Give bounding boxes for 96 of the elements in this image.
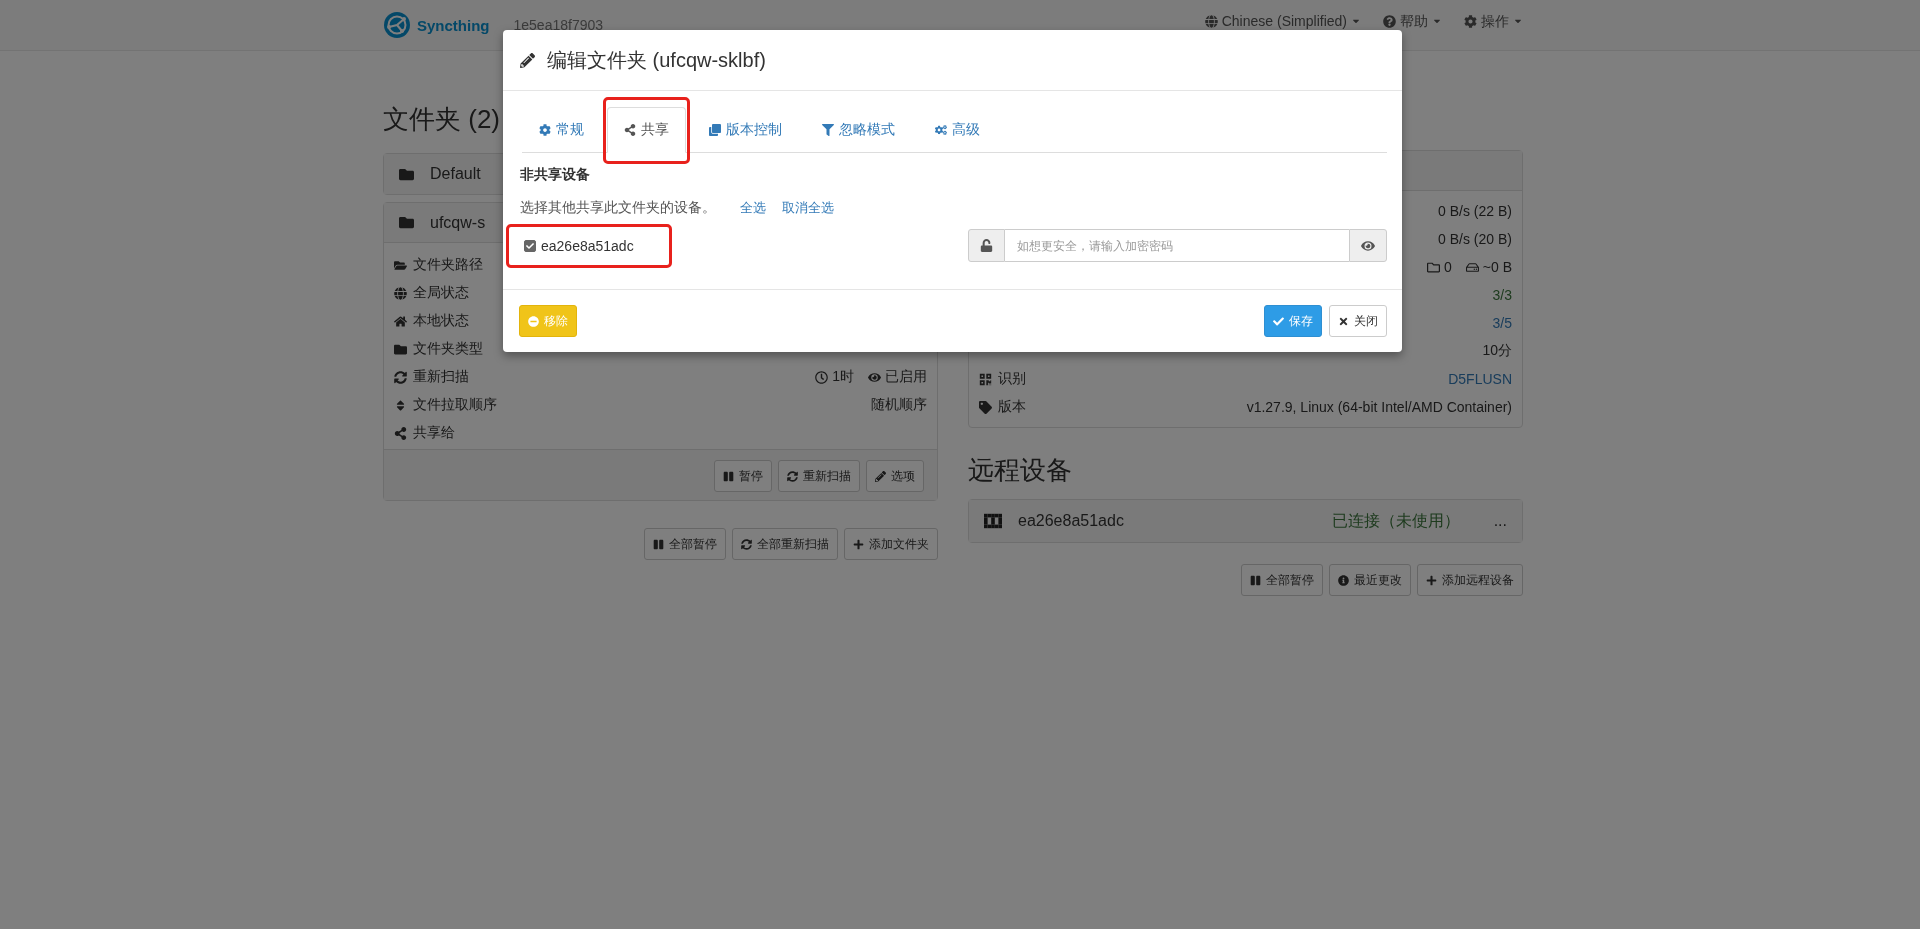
tag-icon xyxy=(979,400,992,414)
row-value: ~0 B xyxy=(1465,259,1512,275)
dialog-tab[interactable]: 忽略模式 xyxy=(805,107,912,153)
row-label: 文件拉取顺序 xyxy=(413,396,497,414)
row-value: 0 B/s (20 B) xyxy=(1438,231,1512,247)
row-value: 0 B/s (22 B) xyxy=(1438,203,1512,219)
plus-icon xyxy=(853,538,864,550)
checkbox[interactable] xyxy=(524,239,536,252)
clock-icon xyxy=(815,370,829,384)
save-button[interactable]: 保存 xyxy=(1264,305,1322,337)
nav-menu[interactable]: Chinese (Simplified) xyxy=(1204,13,1361,29)
row-value: 随机顺序 xyxy=(871,396,927,414)
folders-action-button[interactable]: 添加文件夹 xyxy=(844,528,938,560)
select-all-link[interactable]: 全选 xyxy=(740,199,766,217)
check-icon xyxy=(1273,315,1284,327)
folders-action-button[interactable]: 全部暂停 xyxy=(644,528,726,560)
info-icon xyxy=(1338,574,1349,586)
row-value: 10分 xyxy=(1482,342,1512,360)
row-label: 全局状态 xyxy=(413,284,469,302)
more-text: ... xyxy=(1493,512,1507,530)
globe-icon xyxy=(1204,14,1218,28)
refresh-icon xyxy=(394,370,407,384)
share-icon xyxy=(624,124,636,136)
row-label: 文件夹路径 xyxy=(413,256,483,274)
dialog-title: 编辑文件夹 (ufcqw-sklbf) xyxy=(547,47,766,73)
plus-icon xyxy=(1426,574,1437,586)
nav-menu[interactable]: 操作 xyxy=(1464,13,1523,29)
gears-icon xyxy=(935,124,947,136)
folders-action-button[interactable]: 全部重新扫描 xyxy=(732,528,838,560)
pause-icon xyxy=(653,538,664,550)
deselect-all-link[interactable]: 取消全选 xyxy=(782,199,834,217)
pencil-icon xyxy=(520,52,535,68)
pause-icon xyxy=(1250,574,1261,586)
dialog-tab[interactable]: 常规 xyxy=(522,107,601,153)
row-value[interactable]: 3/5 xyxy=(1492,315,1512,331)
row-label: 共享给 xyxy=(413,424,455,442)
settings-icon xyxy=(1464,14,1477,28)
folder-icon xyxy=(399,215,414,230)
folder-action-button[interactable]: 选项 xyxy=(866,460,924,492)
globe-icon xyxy=(394,286,407,300)
row-label: 重新扫描 xyxy=(413,368,469,386)
refresh-icon xyxy=(741,538,752,550)
sort-icon xyxy=(394,398,407,412)
dialog-tab[interactable]: 高级 xyxy=(918,107,997,153)
row-label: 版本 xyxy=(998,398,1026,416)
password-field[interactable]: 如想更安全，请输入加密密码 xyxy=(1005,229,1349,262)
row-label: 本地状态 xyxy=(413,312,469,330)
remote-device-header[interactable]: ea26e8a51adc 已连接（未使用） ... xyxy=(969,500,1522,542)
home-icon xyxy=(394,314,407,328)
row-label: 文件夹类型 xyxy=(413,340,483,358)
folder-icon xyxy=(399,166,414,182)
refresh-icon xyxy=(787,470,798,482)
row-value: 1时 xyxy=(815,368,854,386)
row-value: 3/3 xyxy=(1492,287,1512,303)
help-icon xyxy=(1383,14,1396,28)
unlock-icon xyxy=(980,239,993,252)
nav-menu[interactable]: 帮助 xyxy=(1383,13,1442,29)
minus-icon xyxy=(528,315,539,327)
folder-action-button[interactable]: 暂停 xyxy=(714,460,772,492)
description-text: 选择其他共享此文件夹的设备。 xyxy=(520,199,716,217)
gear-icon xyxy=(539,124,551,136)
dialog-tab[interactable]: 版本控制 xyxy=(692,107,799,153)
devices-action-button[interactable]: 添加远程设备 xyxy=(1417,564,1523,596)
row-value: v1.27.9, Linux (64-bit Intel/AMD Container) xyxy=(1246,399,1512,415)
dialog-tab[interactable]: 共享 xyxy=(607,107,686,153)
copy-icon xyxy=(709,124,721,136)
pencil-icon xyxy=(875,470,886,482)
filter-icon xyxy=(822,124,834,136)
drive-icon xyxy=(1465,260,1479,274)
folder-icon xyxy=(1427,260,1440,274)
devices-action-button[interactable]: 最近更改 xyxy=(1329,564,1411,596)
row-value: 已启用 xyxy=(868,368,927,386)
connection-status: 已连接（未使用） xyxy=(1331,510,1460,531)
close-icon xyxy=(1338,315,1349,327)
eye-icon xyxy=(1361,238,1375,253)
qr-code-icon xyxy=(979,372,992,386)
syncthing-logo-icon xyxy=(383,11,411,39)
row-label: 识别 xyxy=(998,370,1026,388)
device-identicon-icon xyxy=(984,512,1002,530)
devices-action-button[interactable]: 全部暂停 xyxy=(1241,564,1323,596)
folder-icon xyxy=(394,258,407,272)
eye-icon xyxy=(868,370,881,384)
pause-icon xyxy=(723,470,734,482)
section-title: 非共享设备 xyxy=(520,166,591,184)
brand-name[interactable]: Syncthing xyxy=(417,16,490,34)
section-heading: 远程设备 xyxy=(968,455,1072,485)
folder-action-button[interactable]: 重新扫描 xyxy=(778,460,860,492)
device-id: 1e5ea18f7903 xyxy=(513,17,604,33)
show-password-button[interactable] xyxy=(1349,229,1387,262)
device-checkbox-label[interactable]: ea26e8a51adc xyxy=(524,237,634,254)
share-icon xyxy=(394,426,407,440)
folder-icon xyxy=(394,342,407,356)
section-heading: 文件夹 (2) xyxy=(383,104,500,134)
close-button[interactable]: 关闭 xyxy=(1329,305,1387,337)
row-value[interactable]: D5FLUSN xyxy=(1448,371,1512,387)
row-value: 0 xyxy=(1427,259,1452,275)
